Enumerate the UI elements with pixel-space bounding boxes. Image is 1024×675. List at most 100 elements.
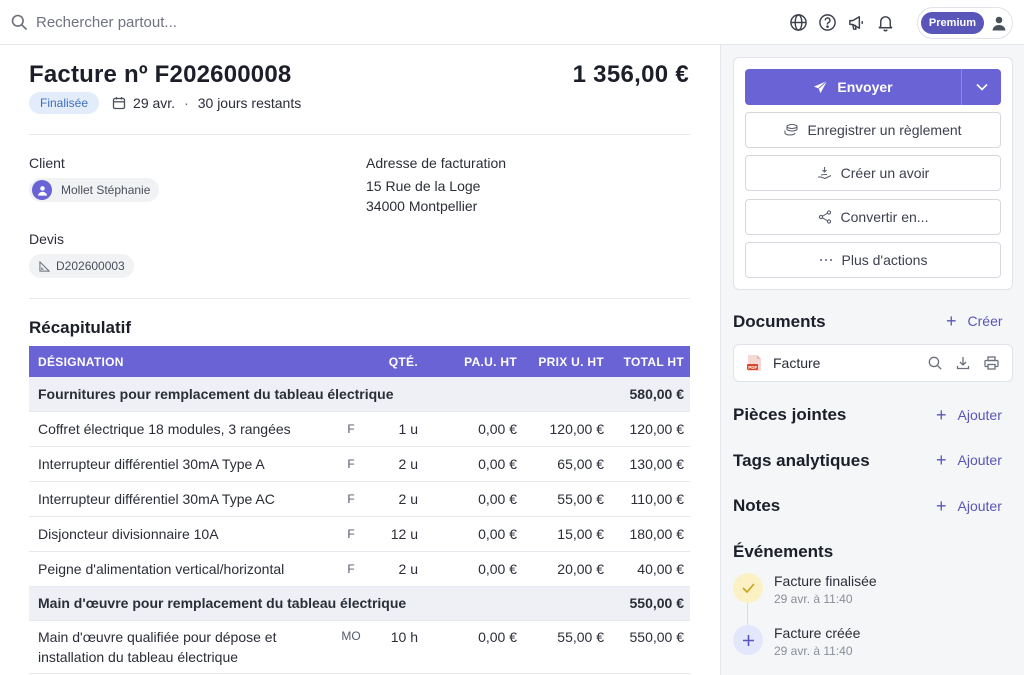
line-qty: 1 u [369, 411, 424, 447]
line-qty: 2 u [369, 481, 424, 517]
plus-icon: + [946, 311, 957, 331]
line-label: Main d'œuvre qualifiée pour dépose et in… [29, 620, 333, 674]
group-total: 550,00 € [610, 586, 690, 621]
record-payment-button[interactable]: Enregistrer un règlement [745, 112, 1001, 148]
create-document-label: Créer [967, 313, 1003, 329]
line-pau: 0,00 € [424, 551, 523, 587]
line-total: 550,00 € [610, 620, 690, 674]
share-icon [818, 210, 832, 224]
search-icon [11, 14, 27, 30]
line-type: F [333, 446, 369, 482]
group-row[interactable]: Fournitures pour remplacement du tableau… [29, 377, 690, 412]
line-total: 120,00 € [610, 411, 690, 447]
line-pu: 15,00 € [523, 516, 610, 552]
col-pu[interactable]: PRIX U. HT [523, 346, 610, 377]
billing-address: 15 Rue de la Loge 34000 Montpellier [366, 176, 480, 216]
send-button[interactable]: Envoyer [745, 69, 961, 105]
user-icon[interactable] [991, 15, 1007, 31]
account-menu[interactable]: Premium [916, 6, 1013, 39]
globe-icon[interactable] [788, 12, 810, 34]
line-type: F [333, 551, 369, 587]
line-total: 130,00 € [610, 446, 690, 482]
send-button-group: Envoyer [745, 69, 1001, 105]
col-pau[interactable]: PA.U. HT [424, 346, 523, 377]
line-label-2: installation du tableau électrique [38, 648, 239, 665]
chevron-down-icon [975, 83, 988, 91]
invoice-lines-table: DÉSIGNATION QTÉ. PA.U. HT PRIX U. HT TOT… [29, 346, 690, 674]
add-tag-label: Ajouter [957, 452, 1002, 468]
address-line-1: 15 Rue de la Loge [366, 178, 481, 194]
table-row[interactable]: Interrupteur différentiel 30mA Type AC F… [29, 481, 690, 517]
bell-icon[interactable] [875, 12, 897, 34]
quote-chip[interactable]: D202600003 [29, 254, 134, 278]
more-actions-button[interactable]: Plus d'actions [745, 242, 1001, 278]
divider [29, 134, 690, 135]
table-row[interactable]: Peigne d'alimentation vertical/horizonta… [29, 551, 690, 587]
document-item[interactable]: PDF Facture [733, 344, 1013, 382]
create-document-button[interactable]: + Créer [946, 311, 1003, 331]
create-credit-note-button[interactable]: Créer un avoir [745, 155, 1001, 191]
event-date: 29 avr. à 11:40 [774, 644, 853, 658]
col-qty[interactable]: QTÉ. [369, 346, 424, 377]
search-input[interactable] [36, 13, 286, 31]
invoice-main: Facture nº F202600008 1 356,00 € Finalis… [0, 45, 720, 675]
add-note-button[interactable]: + Ajouter [936, 497, 1002, 515]
col-total[interactable]: TOTAL HT [610, 346, 690, 377]
line-pu: 55,00 € [523, 481, 610, 517]
quote-label: Devis [29, 231, 65, 247]
invoice-date: 29 avr. [133, 95, 176, 111]
pdf-file-icon: PDF [747, 354, 762, 372]
line-pu: 120,00 € [523, 411, 610, 447]
col-designation[interactable]: DÉSIGNATION [29, 346, 333, 377]
table-row[interactable]: Coffret électrique 18 modules, 3 rangées… [29, 411, 690, 447]
send-options-button[interactable] [961, 69, 1001, 105]
table-row[interactable]: Disjoncteur divisionnaire 10A F 12 u 0,0… [29, 516, 690, 552]
top-bar: Premium [0, 0, 1024, 45]
line-total: 110,00 € [610, 481, 690, 517]
address-line-2: 34000 Montpellier [366, 198, 478, 214]
table-row[interactable]: Interrupteur différentiel 30mA Type A F … [29, 446, 690, 482]
line-pu: 20,00 € [523, 551, 610, 587]
document-name: Facture [773, 355, 821, 371]
line-total: 40,00 € [610, 551, 690, 587]
table-row[interactable]: Main d'œuvre qualifiée pour dépose et in… [29, 620, 690, 674]
client-chip[interactable]: Mollet Stéphanie [29, 178, 160, 202]
ruler-icon [39, 260, 50, 272]
help-icon[interactable] [817, 12, 839, 34]
download-icon[interactable] [956, 356, 970, 370]
convert-button[interactable]: Convertir en... [745, 199, 1001, 235]
add-tag-button[interactable]: + Ajouter [936, 451, 1002, 469]
line-pau: 0,00 € [424, 620, 523, 674]
line-pau: 0,00 € [424, 481, 523, 517]
billing-address-label: Adresse de facturation [366, 155, 507, 171]
group-row[interactable]: Main d'œuvre pour remplacement du tablea… [29, 586, 690, 621]
megaphone-icon[interactable] [846, 12, 868, 34]
event-label: Facture finalisée [774, 573, 877, 589]
line-pau: 0,00 € [424, 446, 523, 482]
invoice-meta: Finalisée 29 avr. · 30 jours restants [29, 92, 301, 114]
global-search[interactable] [11, 7, 311, 37]
line-label: Interrupteur différentiel 30mA Type A [29, 446, 333, 482]
search-icon[interactable] [928, 356, 942, 370]
print-icon[interactable] [984, 356, 999, 370]
premium-badge[interactable]: Premium [920, 11, 984, 34]
add-attachment-button[interactable]: + Ajouter [936, 406, 1002, 424]
create-credit-note-label: Créer un avoir [840, 165, 930, 181]
plus-icon [733, 625, 763, 655]
meta-separator: · [184, 95, 189, 111]
quote-ref: D202600003 [56, 259, 125, 273]
line-qty: 12 u [369, 516, 424, 552]
actions-card: Envoyer Enregistrer un règlement Créer u… [733, 57, 1013, 290]
table-header-row: DÉSIGNATION QTÉ. PA.U. HT PRIX U. HT TOT… [29, 346, 690, 377]
record-payment-label: Enregistrer un règlement [807, 122, 962, 138]
paper-plane-icon [813, 80, 828, 95]
svg-text:PDF: PDF [748, 365, 757, 370]
calendar-icon [112, 96, 126, 110]
event-label: Facture créée [774, 625, 861, 641]
send-label: Envoyer [837, 79, 893, 95]
recap-title: Récapitulatif [29, 318, 132, 337]
line-label: Interrupteur différentiel 30mA Type AC [29, 481, 333, 517]
page-title: Facture nº F202600008 [29, 61, 292, 88]
tags-title: Tags analytiques [733, 451, 870, 470]
line-pu: 55,00 € [523, 620, 610, 674]
